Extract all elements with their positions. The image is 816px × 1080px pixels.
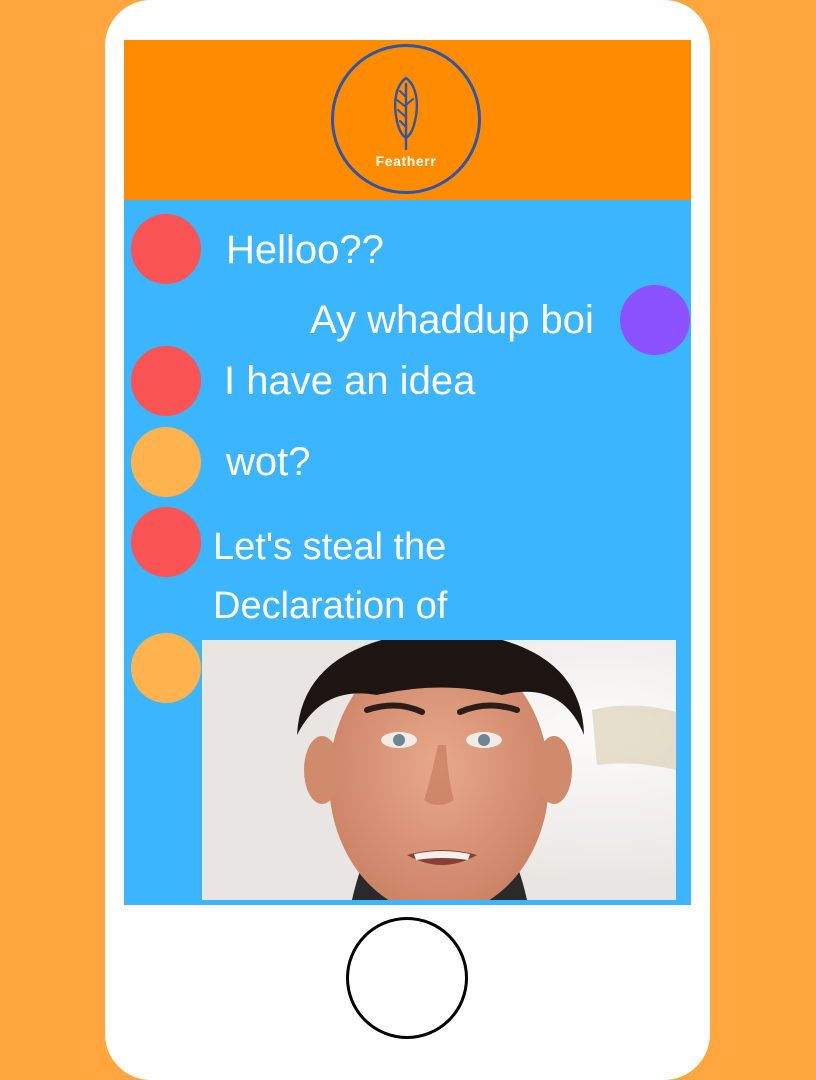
app-logo: Featherr [331, 44, 481, 194]
portrait-photo [202, 640, 676, 900]
message-text: wot? [226, 440, 311, 484]
avatar-red[interactable] [131, 214, 201, 284]
avatar-orange[interactable] [131, 427, 201, 497]
message-text: Helloo?? [226, 228, 384, 272]
avatar-red[interactable] [131, 507, 201, 577]
logo-text: Featherr [375, 153, 437, 169]
app-header: Featherr [124, 40, 691, 200]
phone-screen: Featherr Helloo?? Ay whaddup boi I have … [124, 40, 691, 905]
avatar-purple[interactable] [620, 285, 690, 355]
message-text: Ay whaddup boi [310, 298, 594, 342]
message-photo[interactable] [202, 640, 676, 900]
avatar-orange[interactable] [131, 633, 201, 703]
avatar-red[interactable] [131, 346, 201, 416]
feather-icon [393, 76, 419, 151]
message-text: I have an idea [224, 359, 476, 403]
home-button[interactable] [346, 917, 468, 1039]
